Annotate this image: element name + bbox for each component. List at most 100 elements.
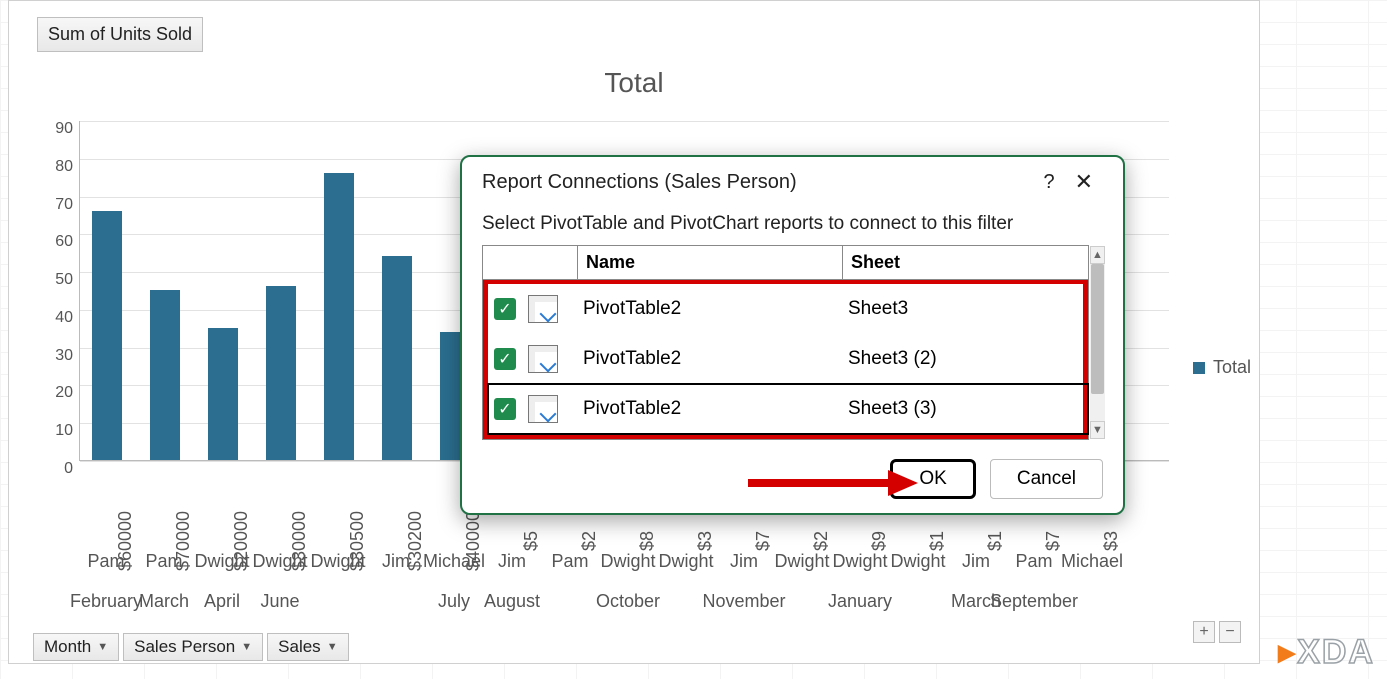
x-amount-label: $3 [1101,531,1122,551]
x-axis-person-labels: PamPamDwightDwightDwightJimMichaelJimPam… [79,551,1169,577]
x-person-label: Dwight [252,551,307,572]
x-person-label: Pam [551,551,588,572]
annotation-highlight: ✓ PivotTable2 Sheet3 ✓ PivotTable2 Sheet… [483,280,1088,439]
filter-sales-person[interactable]: Sales Person ▼ [123,633,263,661]
x-month-label: June [260,591,299,612]
col-sheet: Sheet [843,246,1088,279]
chevron-down-icon: ▼ [97,641,108,653]
y-tick: 40 [55,309,73,327]
x-person-label: Jim [730,551,758,572]
zoom-out-button[interactable]: − [1219,621,1241,643]
checkbox-checked-icon[interactable]: ✓ [494,298,516,320]
scroll-down-icon[interactable]: ▼ [1090,421,1105,439]
x-month-label: April [204,591,240,612]
x-month-label: September [990,591,1078,612]
watermark: ▸XDA [1278,635,1375,669]
x-amount-label: $9 [869,531,890,551]
x-person-label: Dwight [600,551,655,572]
cell-sheet: Sheet3 (3) [848,398,1088,420]
y-tick: 20 [55,384,73,402]
x-amount-label: $2 [811,531,832,551]
filter-month[interactable]: Month ▼ [33,633,119,661]
scroll-track[interactable] [1090,264,1105,421]
x-person-label: Pam [87,551,124,572]
cell-name: PivotTable2 [583,398,848,420]
x-month-label: January [828,591,892,612]
x-amount-label: $3 [695,531,716,551]
x-person-label: Jim [382,551,410,572]
checkbox-checked-icon[interactable]: ✓ [494,398,516,420]
watermark-text: XDA [1297,633,1375,671]
y-tick: 70 [55,196,73,214]
cell-sheet: Sheet3 (2) [848,348,1083,370]
x-amount-label: $5 [521,531,542,551]
y-axis: 0102030405060708090 [29,121,79,461]
x-person-label: Dwight [832,551,887,572]
x-person-label: Pam [1015,551,1052,572]
grid-row-selected[interactable]: ✓ PivotTable2 Sheet3 (3) [488,384,1088,434]
x-month-label: February [70,591,142,612]
bar [324,173,354,460]
x-person-label: Michael [1061,551,1123,572]
x-amount-label: $8 [637,531,658,551]
pivottable-icon [528,295,558,323]
dialog-title: Report Connections (Sales Person) [482,171,797,194]
filter-label: Sales Person [134,637,235,657]
grid-row[interactable]: ✓ PivotTable2 Sheet3 [488,284,1083,334]
connections-grid: Name Sheet ✓ PivotTable2 Sheet3 ✓ PivotT… [482,245,1089,440]
y-tick: 10 [55,422,73,440]
x-person-label: Dwight [194,551,249,572]
x-axis-month-labels: FebruaryMarchAprilJuneJulyAugustOctoberN… [79,591,1169,617]
x-month-label: October [596,591,660,612]
y-tick: 60 [55,233,73,251]
bar [208,328,238,460]
filter-label: Month [44,637,91,657]
x-month-label: November [702,591,785,612]
x-person-label: Dwight [310,551,365,572]
x-person-label: Michael [423,551,485,572]
bar [266,286,296,460]
chevron-down-icon: ▼ [327,641,338,653]
scroll-up-icon[interactable]: ▲ [1090,246,1105,264]
dialog-titlebar: Report Connections (Sales Person) ? ✕ [482,169,1103,195]
bar [382,256,412,460]
cell-sheet: Sheet3 [848,298,1083,320]
chart-title: Total [9,67,1259,99]
cell-name: PivotTable2 [583,348,848,370]
x-month-label: August [484,591,540,612]
x-person-label: Jim [962,551,990,572]
cancel-button[interactable]: Cancel [990,459,1103,499]
zoom-in-button[interactable]: + [1193,621,1215,643]
help-icon[interactable]: ? [1033,171,1064,194]
grid-row[interactable]: ✓ PivotTable2 Sheet3 (2) [488,334,1083,384]
ok-button[interactable]: OK [890,459,975,499]
x-amount-label: $7 [753,531,774,551]
chevron-down-icon: ▼ [241,641,252,653]
chart-legend: Total [1193,357,1251,378]
grid-scrollbar[interactable]: ▲ ▼ [1090,246,1105,439]
x-person-label: Dwight [658,551,713,572]
bar [150,290,180,460]
chart-filters: Month ▼ Sales Person ▼ Sales ▼ [33,633,349,661]
legend-label: Total [1213,357,1251,378]
x-amount-label: $1 [927,531,948,551]
bar [92,211,122,460]
y-tick: 80 [55,158,73,176]
cell-name: PivotTable2 [583,298,848,320]
grid-header: Name Sheet [483,246,1088,280]
x-amount-label: $7 [1043,531,1064,551]
scroll-thumb[interactable] [1091,264,1104,394]
field-pill-label: Sum of Units Sold [48,24,192,44]
x-amount-label: $1 [985,531,1006,551]
y-tick: 50 [55,271,73,289]
x-person-label: Dwight [890,551,945,572]
checkbox-checked-icon[interactable]: ✓ [494,348,516,370]
filter-sales[interactable]: Sales ▼ [267,633,348,661]
y-tick: 0 [64,460,73,478]
close-icon[interactable]: ✕ [1065,169,1103,195]
pivottable-icon [528,395,558,423]
filter-label: Sales [278,637,321,657]
y-tick: 90 [55,120,73,138]
field-pill-values[interactable]: Sum of Units Sold [37,17,203,52]
x-amount-label: $2 [579,531,600,551]
